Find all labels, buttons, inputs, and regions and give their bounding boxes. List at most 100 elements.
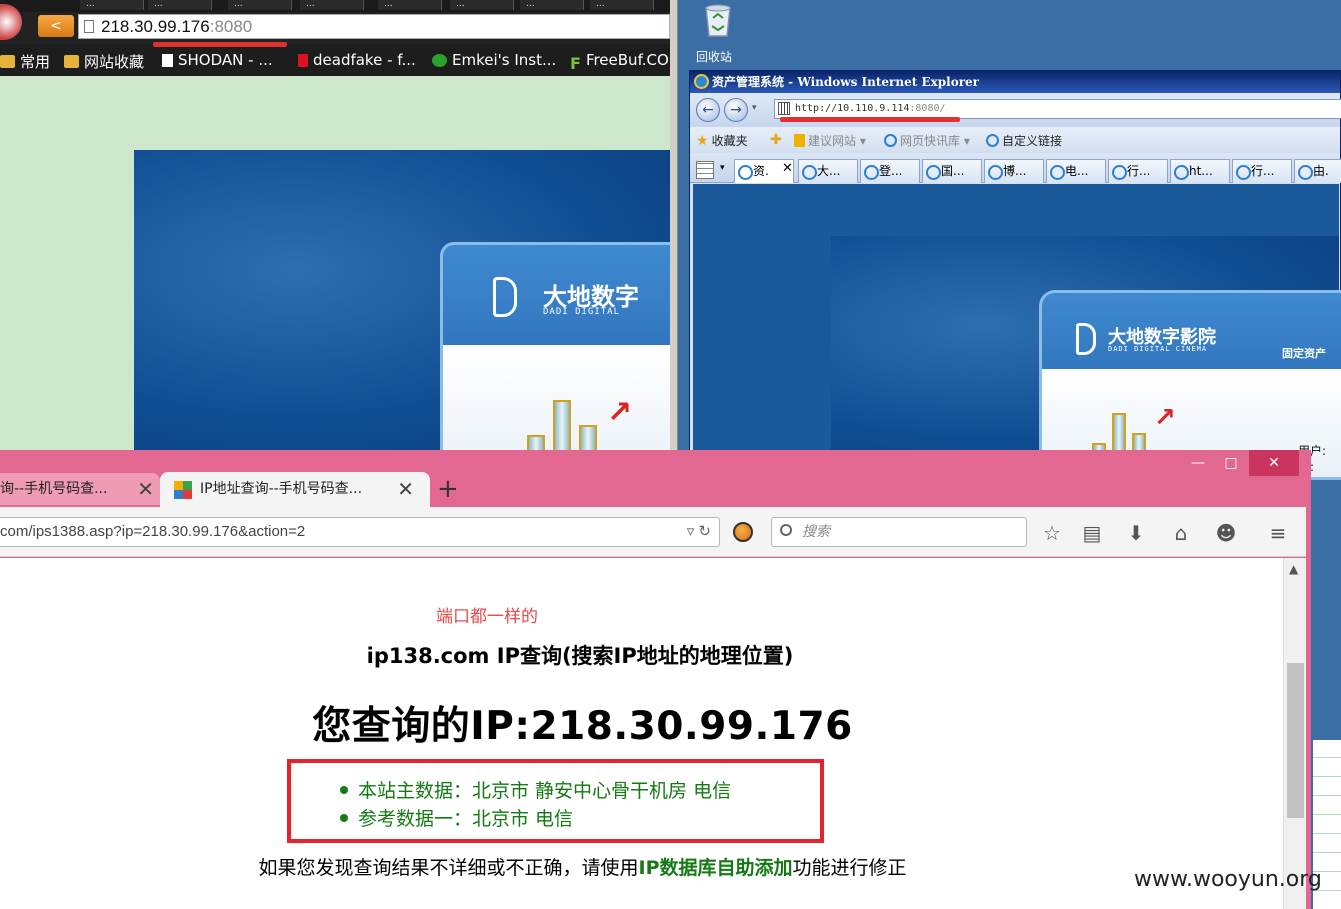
notice-text: 如果您发现查询结果不详细或不正确，请使用: [258, 857, 639, 879]
browser-tab[interactable]: ...: [228, 0, 292, 10]
folder-icon: [0, 55, 15, 68]
bullet-icon: [340, 785, 348, 794]
ie-tab[interactable]: 大...: [798, 159, 858, 183]
search-icon: [780, 524, 792, 536]
ie-tab[interactable]: 行...: [1232, 159, 1292, 183]
browser-tab[interactable]: ...: [80, 0, 144, 10]
ie-tab[interactable]: 行...: [1108, 159, 1168, 183]
tab-ip-query-active[interactable]: IP地址查询--手机号码查... ✕: [160, 472, 430, 508]
bookmark-emkei[interactable]: Emkei's Inst...: [432, 51, 556, 69]
addon-icon[interactable]: [733, 522, 753, 542]
close-window-button[interactable]: ✕: [1249, 450, 1299, 476]
maximize-button[interactable]: □: [1216, 450, 1246, 476]
chat-icon[interactable]: ☻: [1214, 521, 1238, 545]
url-host: 218.30.99.176: [101, 17, 210, 36]
reading-list-icon[interactable]: ▤: [1080, 521, 1104, 545]
result-text: 本站主数据：北京市 静安中心骨干机房 电信: [358, 780, 732, 802]
favorites-button[interactable]: ★ 收藏夹: [696, 132, 748, 149]
favorites-bar: ★ 收藏夹 ✚ 建议网站 ▾ 网页快讯库 ▾ 自定义链接: [690, 127, 1340, 153]
address-bar[interactable]: http://10.110.9.114:8080/: [774, 99, 1341, 119]
queried-ip-heading: 您查询的IP:218.30.99.176: [312, 704, 853, 749]
link-label: 自定义链接: [1002, 134, 1063, 148]
ip-database-link[interactable]: IP数据库自助添加: [639, 857, 793, 879]
menu-icon[interactable]: ≡: [1266, 521, 1290, 545]
window-divider: [670, 0, 678, 450]
custom-links-link[interactable]: 自定义链接: [986, 132, 1062, 149]
address-bar[interactable]: com/ips1388.asp?ip=218.30.99.176&action=…: [0, 517, 720, 547]
bookmark-label: 常用: [20, 53, 51, 71]
address-bar[interactable]: 218.30.99.176:8080: [78, 14, 670, 39]
reload-icon[interactable]: ▿ ↻: [687, 518, 711, 546]
recycle-bin-icon[interactable]: [698, 2, 738, 38]
bing-icon: [794, 134, 805, 147]
tab-list-dropdown-icon[interactable]: ▾: [720, 163, 725, 173]
bookmark-label: 网站收藏: [84, 53, 145, 71]
quick-tabs-icon[interactable]: [696, 161, 714, 179]
back-button[interactable]: <: [38, 15, 74, 37]
browser-tab[interactable]: ...: [148, 0, 212, 10]
bookmark-common[interactable]: 常用: [0, 51, 50, 72]
ie-tab[interactable]: 国...: [922, 159, 982, 183]
browser-tab[interactable]: ...: [590, 0, 654, 10]
browser-tab[interactable]: ...: [378, 0, 442, 10]
result-reference: 参考数据一：北京市 电信: [340, 804, 573, 831]
page-title: ip138.com IP查询(搜索IP地址的地理位置): [366, 644, 794, 668]
bookmark-star-icon[interactable]: ☆: [1040, 521, 1064, 545]
bookmark-freebuf[interactable]: F FreeBuf.CO: [570, 51, 669, 73]
scroll-up-icon[interactable]: ▲: [1289, 562, 1298, 576]
bookmark-shodan[interactable]: SHODAN - ...: [162, 51, 273, 69]
bookmark-favorites[interactable]: 网站收藏: [64, 51, 144, 72]
browser-tab[interactable]: ...: [520, 0, 584, 10]
back-button[interactable]: ←: [696, 98, 720, 122]
url-host: http://10.110.9.114: [795, 103, 910, 114]
window-title-bar: 资产管理系统 - Windows Internet Explorer: [690, 71, 1340, 93]
browser-tab[interactable]: ...: [450, 0, 514, 10]
close-tab-icon[interactable]: ✕: [782, 161, 793, 176]
tab-title: IP地址查询--手机号码查...: [200, 481, 363, 497]
ie-tab[interactable]: 电...: [1046, 159, 1106, 183]
page-screenshot-area: 大地数字影院 DADI DIGITAL CINEMA 固定资产 ↗: [831, 236, 1341, 483]
vertical-scrollbar[interactable]: ▲: [1283, 558, 1306, 909]
page-icon: [162, 53, 173, 67]
logo-subtext: DADI DIGITAL: [543, 307, 621, 317]
annotation-note: 端口都一样的: [436, 607, 538, 627]
ie-tab[interactable]: 博...: [984, 159, 1044, 183]
new-tab-button[interactable]: +: [437, 474, 459, 504]
search-input[interactable]: 搜索: [771, 517, 1027, 547]
ie-tab[interactable]: 由.: [1294, 159, 1341, 183]
downloads-icon[interactable]: ⬇: [1124, 521, 1148, 545]
add-favorite-button[interactable]: ✚: [770, 132, 782, 148]
close-tab-icon[interactable]: ✕: [397, 472, 414, 506]
forward-button[interactable]: →: [724, 98, 748, 122]
panel-caption: 固定资产: [1282, 347, 1326, 360]
background-browser-window: ... ... ... ... ... ... ... ... < 218.30…: [0, 0, 670, 450]
history-dropdown-icon[interactable]: ▾: [752, 103, 757, 113]
tab-ip-query-1[interactable]: 询--手机号码查... ✕: [0, 473, 160, 505]
bookmarks-bar: 常用 网站收藏 SHODAN - ... deadfake - f... Emk…: [0, 44, 670, 76]
close-tab-icon[interactable]: ✕: [137, 473, 154, 505]
ie-tab[interactable]: 登...: [860, 159, 920, 183]
url-highlight-underline: [153, 42, 287, 47]
page-screenshot-area: 大地数字 DADI DIGITAL ↗: [134, 150, 670, 450]
dadi-logo-icon: [493, 277, 517, 317]
favorites-label: 收藏夹: [711, 134, 748, 148]
web-slice-gallery-link[interactable]: 网页快讯库 ▾: [884, 132, 970, 149]
ie-tab[interactable]: ht...: [1170, 159, 1230, 183]
recycle-bin-label: 回收站: [696, 50, 733, 64]
browser-tab[interactable]: ...: [300, 0, 364, 10]
watermark: www.wooyun.org: [1134, 867, 1322, 892]
star-icon: ★: [696, 132, 709, 149]
suggested-sites-link[interactable]: 建议网站 ▾: [794, 132, 866, 149]
dadi-logo-icon: [1076, 323, 1096, 355]
bookmark-deadfake[interactable]: deadfake - f...: [298, 51, 416, 69]
link-label: 网页快讯库 ▾: [900, 134, 970, 148]
home-icon[interactable]: ⌂: [1169, 521, 1193, 545]
logo-subtext: DADI DIGITAL CINEMA: [1108, 345, 1208, 353]
scrollbar-thumb[interactable]: [1287, 663, 1304, 818]
tab-title: 询--手机号码查...: [0, 481, 108, 497]
minimize-button[interactable]: —: [1183, 450, 1213, 476]
login-panel: 大地数字 DADI DIGITAL ↗: [440, 242, 670, 450]
ie-icon: [884, 134, 897, 147]
result-text: 参考数据一：北京市 电信: [358, 808, 574, 830]
folder-icon: [64, 55, 79, 68]
